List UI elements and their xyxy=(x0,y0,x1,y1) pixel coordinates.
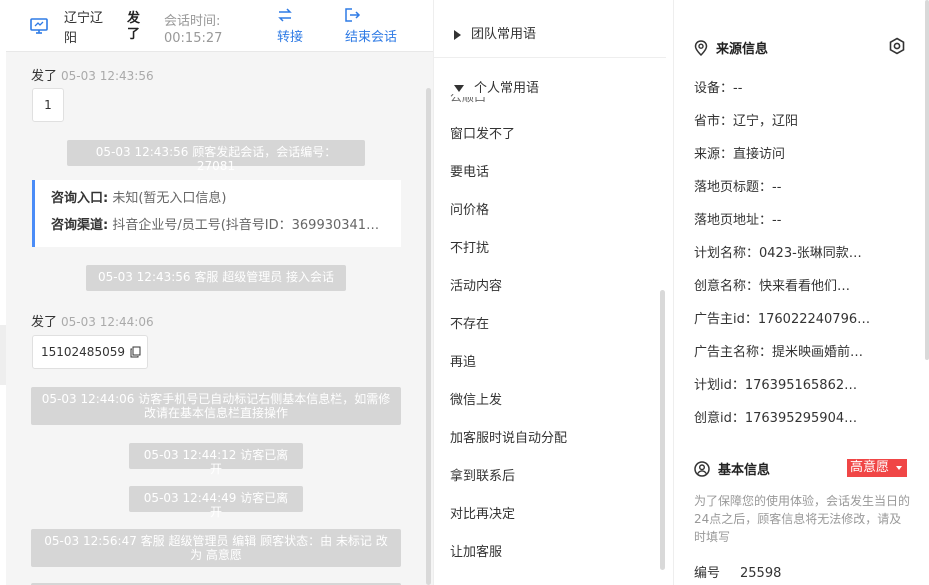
expand-icon xyxy=(454,29,461,40)
team-phrases-label: 团队常用语 xyxy=(471,27,537,42)
message-sender: 发了 05-03 12:44:06 xyxy=(31,311,154,330)
phrase-item[interactable]: 再追 xyxy=(450,351,476,370)
consult-channel-value: 抖音企业号/员工号(抖音号ID：369930341… xyxy=(112,218,380,233)
id-value: 25598 xyxy=(740,566,782,581)
monitor-icon xyxy=(30,18,48,34)
phrase-item[interactable]: 问价格 xyxy=(450,199,489,218)
message-sender: 发了 05-03 12:43:56 xyxy=(31,65,154,84)
field-advertiser-id: 广告主id：176022240796… xyxy=(694,312,871,327)
end-session-label: 结束会话 xyxy=(345,30,398,45)
visitor-location: 辽宁辽阳 xyxy=(64,11,104,46)
consult-entry-value: 未知(暂无入口信息) xyxy=(112,191,227,206)
field-creative-name: 创意名称：快来看看他们… xyxy=(694,279,851,294)
field-plan-id: 计划id：176395165862… xyxy=(694,378,858,393)
source-info-title: 来源信息 xyxy=(694,38,768,57)
sender-name: 发了 xyxy=(31,315,58,330)
transfer-icon xyxy=(278,8,292,22)
gear-icon[interactable] xyxy=(888,37,906,55)
chat-header: 辽宁辽阳 发了 会话时间: 00:15:27 转接 结束会话 xyxy=(6,0,433,52)
phrase-item[interactable]: 加客服时说自动分配 xyxy=(450,427,567,446)
field-advertiser-name: 广告主名称：提米映画婚前… xyxy=(694,345,864,360)
id-label: 编号 xyxy=(694,566,721,581)
phrase-item[interactable]: 微信上发 xyxy=(450,389,502,408)
caret-down-icon xyxy=(896,466,902,470)
sender-name: 发了 xyxy=(31,69,58,84)
field-device: 设备：-- xyxy=(694,81,743,96)
personal-phrases-group[interactable]: 个人常用语 xyxy=(454,77,654,97)
divider xyxy=(434,57,666,58)
info-scrollbar[interactable] xyxy=(925,0,929,360)
consult-channel-label: 咨询渠道: xyxy=(51,218,109,233)
system-message: 05-03 12:44:12 访客已离开 xyxy=(129,443,303,476)
basic-info-label: 基本信息 xyxy=(718,463,771,478)
personal-phrases-label: 个人常用语 xyxy=(474,81,540,96)
collapse-icon xyxy=(454,85,464,92)
consult-entry-row: 咨询入口: 未知(暂无入口信息) xyxy=(51,189,401,216)
consult-info-card: 咨询入口: 未知(暂无入口信息) 咨询渠道: 抖音企业号/员工号(抖音号ID：3… xyxy=(32,180,401,247)
location-pin-icon xyxy=(694,40,708,56)
basic-info-title: 基本信息 xyxy=(694,459,770,478)
field-id: 编号 25598 xyxy=(694,562,884,581)
team-phrases-group[interactable]: 团队常用语 xyxy=(454,23,536,42)
phrase-item[interactable]: 要电话 xyxy=(450,161,489,180)
field-landing-title: 落地页标题：-- xyxy=(694,180,782,195)
phrase-item[interactable]: 窗口发不了 xyxy=(450,123,515,142)
system-message: 05-03 12:43:56 客服 超级管理员 接入会话 xyxy=(86,265,346,291)
system-message: 05-03 12:56:47 客服 超级管理员 编辑 顾客状态：由 未标记 改为… xyxy=(31,529,401,567)
transfer-label: 转接 xyxy=(277,30,304,45)
consult-entry-label: 咨询入口: xyxy=(51,191,109,206)
phrase-item[interactable]: 活动内容 xyxy=(450,275,502,294)
phrases-scrollbar[interactable] xyxy=(660,290,665,570)
field-province: 省市：辽宁，辽阳 xyxy=(694,114,799,129)
source-info-label: 来源信息 xyxy=(716,42,769,57)
visitor-name: 发了 xyxy=(127,11,141,42)
session-time-label: 会话时间: xyxy=(164,14,221,29)
field-origin: 来源：直接访问 xyxy=(694,147,786,162)
session-time-value: 00:15:27 xyxy=(164,31,223,46)
intent-status-dropdown[interactable]: 高意愿 xyxy=(847,459,907,477)
intent-status-label: 高意愿 xyxy=(850,460,890,475)
copy-icon[interactable] xyxy=(130,346,141,358)
phrase-item[interactable]: 不打扰 xyxy=(450,237,489,256)
chat-scrollbar[interactable] xyxy=(426,88,431,585)
system-message: 05-03 12:44:06 访客手机号已自动标记右侧基本信息栏，如需修改请在基… xyxy=(31,387,401,425)
message-time: 05-03 12:44:06 xyxy=(61,315,154,329)
phrase-item[interactable]: 拿到联系后 xyxy=(450,465,515,484)
system-message: 05-03 12:44:49 访客已离开 xyxy=(129,486,303,519)
end-session-button[interactable]: 结束会话 xyxy=(345,8,397,45)
visitor-info-panel: 来源信息 设备：-- 省市：辽宁，辽阳 来源：直接访问 落地页标题：-- 落地页… xyxy=(673,0,929,585)
message-time: 05-03 12:43:56 xyxy=(61,69,154,83)
user-icon xyxy=(694,461,710,477)
exit-icon xyxy=(345,8,361,22)
edit-notice: 为了保障您的使用体验，会话发生当日的24点之后，顾客信息将无法修改，请及时填写 xyxy=(694,494,911,544)
phone-message-bubble: 15102485059 xyxy=(32,335,148,369)
consult-channel-row: 咨询渠道: 抖音企业号/员工号(抖音号ID：369930341… xyxy=(51,216,401,243)
transfer-button[interactable]: 转接 xyxy=(277,8,303,45)
field-landing-url: 落地页地址：-- xyxy=(694,213,782,228)
message-bubble: 1 xyxy=(32,88,64,122)
phrase-item[interactable]: 不存在 xyxy=(450,313,489,332)
message-list: 发了 05-03 12:43:56 1 05-03 12:43:56 顾客发起会话… xyxy=(6,53,428,585)
chat-panel: 辽宁辽阳 发了 会话时间: 00:15:27 转接 结束会话 发了 05-03 … xyxy=(0,0,433,585)
chat-workbench: 辽宁辽阳 发了 会话时间: 00:15:27 转接 结束会话 发了 05-03 … xyxy=(0,0,929,585)
quick-phrases-panel: 团队常用语 公顺口 个人常用语 窗口发不了 要电话 问价格 不打扰 活动内容 不存在 再追微… xyxy=(433,0,673,585)
phone-number[interactable]: 15102485059 xyxy=(41,345,125,359)
phrase-list: 窗口发不了要电话问价格不打扰活动内容不存在再追微信上发加客服时说自动分配 拿到联系… xyxy=(434,98,664,585)
phrase-item[interactable]: 对比再决定 xyxy=(450,503,515,522)
system-message: 05-03 12:43:56 顾客发起会话，会话编号：27081 xyxy=(67,140,365,173)
field-plan-name: 计划名称：0423-张琳同款… xyxy=(694,246,862,261)
phrase-item[interactable]: 让加客服 xyxy=(450,541,502,560)
field-creative-id: 创意id：176395295904… xyxy=(694,411,858,426)
